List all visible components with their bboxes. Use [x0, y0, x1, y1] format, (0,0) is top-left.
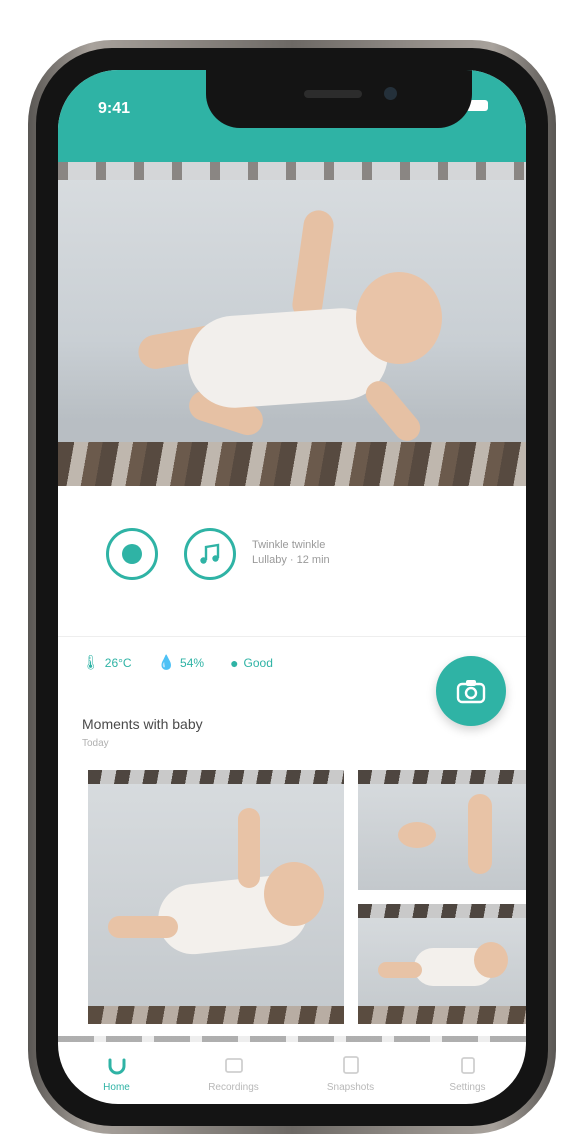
record-icon [122, 544, 142, 564]
settings-icon [460, 1057, 475, 1074]
crib-slats [58, 162, 526, 180]
humidity-reading: 💧 54% [158, 654, 204, 671]
gallery-subtitle: Today [82, 738, 109, 749]
air-reading: ● Good [230, 655, 273, 671]
music-note-icon [200, 543, 220, 564]
phone-frame: 9:41 Twinkle twinkle Lullaby · 12 min 🌡 … [28, 40, 556, 1134]
lullaby-info: Twinkle twinkle Lullaby · 12 min [252, 538, 402, 568]
gallery-photo[interactable] [88, 770, 344, 1024]
gallery-title: Moments with baby [82, 716, 203, 732]
lullaby-subtitle: Lullaby · 12 min [252, 554, 330, 566]
temperature-value: 26°C [104, 655, 132, 670]
lullaby-title: Twinkle twinkle [252, 539, 326, 551]
temperature-reading: 🌡 26°C [82, 654, 132, 671]
live-video-feed[interactable] [58, 162, 526, 486]
baby-head [356, 272, 442, 364]
record-button[interactable] [106, 528, 158, 580]
photo-baby-leg [108, 916, 178, 938]
baby-arm [360, 375, 426, 447]
tab-snapshots[interactable]: Snapshots [296, 1048, 406, 1093]
thermometer-icon: 🌡 [82, 654, 100, 670]
humidity-value: 54% [180, 655, 205, 670]
photo-baby-foot [398, 822, 436, 848]
photo-baby-head [474, 942, 508, 978]
controls-panel: Twinkle twinkle Lullaby · 12 min [58, 486, 526, 637]
recordings-icon [224, 1058, 243, 1073]
humidity-icon: 💧 [157, 654, 176, 670]
camera-icon [456, 680, 486, 704]
baby-arm [290, 208, 336, 322]
phone-notch [206, 70, 472, 128]
speaker-grille [304, 90, 362, 98]
status-time: 9:41 [98, 100, 131, 117]
crib-rail [88, 1006, 344, 1024]
tab-recordings[interactable]: Recordings [179, 1048, 289, 1093]
photo-baby-arm [238, 808, 260, 888]
tab-home[interactable]: Home [62, 1048, 172, 1093]
tabbar-divider [58, 1036, 526, 1042]
air-value: Good [243, 655, 273, 670]
tab-recordings-label: Recordings [208, 1082, 259, 1093]
photo-baby-leg [378, 962, 422, 978]
gallery-photo[interactable] [358, 904, 526, 1024]
crib-slats [358, 904, 526, 918]
sensor-readings: 🌡 26°C 💧 54% ● Good [82, 654, 273, 671]
crib-slats [358, 770, 526, 784]
gallery-photo[interactable] [358, 770, 526, 890]
lullaby-button[interactable] [184, 528, 236, 580]
air-icon: ● [230, 654, 239, 671]
app-screen: 9:41 Twinkle twinkle Lullaby · 12 min 🌡 … [58, 70, 526, 1104]
snapshot-button[interactable] [436, 656, 506, 726]
tab-home-label: Home [103, 1082, 130, 1093]
tab-settings-label: Settings [449, 1082, 486, 1093]
front-camera [384, 87, 397, 100]
photo-baby-head [264, 862, 324, 926]
tab-settings[interactable]: Settings [413, 1048, 523, 1093]
bottom-tab-bar: Home Recordings Snapshots Settings [58, 1048, 526, 1104]
crib-rail [358, 1006, 526, 1024]
photo-baby-leg [468, 794, 492, 874]
phone-bezel: 9:41 Twinkle twinkle Lullaby · 12 min 🌡 … [36, 48, 548, 1126]
crib-slats [88, 770, 344, 784]
home-icon [108, 1058, 125, 1075]
snapshots-icon [342, 1056, 359, 1074]
tab-snapshots-label: Snapshots [326, 1082, 375, 1093]
crib-rail [58, 442, 526, 486]
